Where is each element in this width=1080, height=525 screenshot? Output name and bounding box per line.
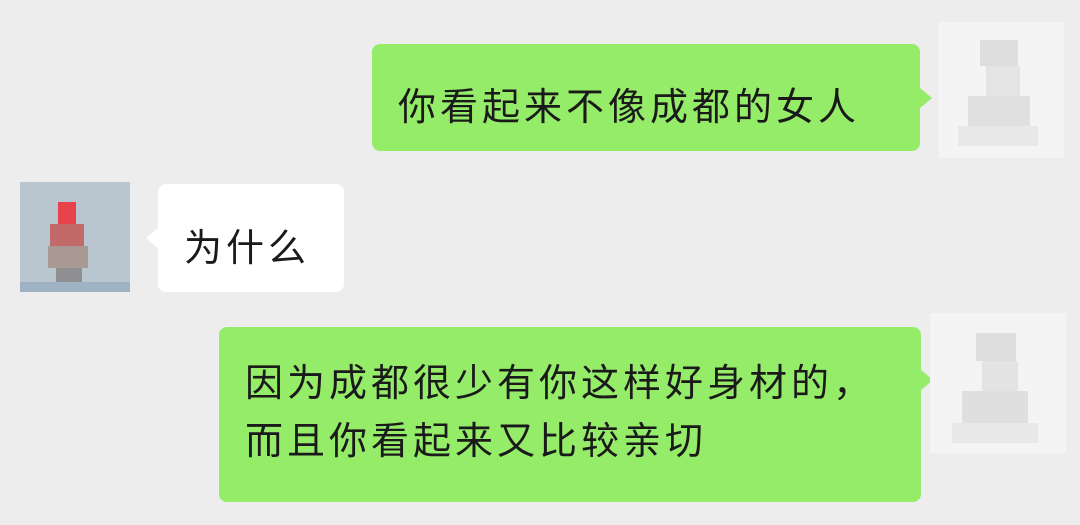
sender-avatar-icon[interactable] [938,22,1064,158]
bubble-tail [920,88,932,108]
message-text: 你看起来不像成都的女人 [398,85,861,129]
contact-avatar-icon[interactable] [20,182,130,292]
sender-avatar-icon[interactable] [930,313,1066,453]
chat-window: 你看起来不像成都的女人 为什么 因为成都很少有你这样好身材的， 而且你看起来又比… [0,0,1080,525]
message-text-line-2: 而且你看起来又比较亲切 [245,419,708,463]
message-text: 为什么 [184,226,311,270]
message-text-line-1: 因为成都很少有你这样好身材的， [245,361,876,405]
message-bubble-received[interactable]: 为什么 [158,184,344,292]
message-bubble-sent[interactable]: 因为成都很少有你这样好身材的， 而且你看起来又比较亲切 [219,327,921,502]
bubble-tail [146,228,158,248]
message-bubble-sent[interactable]: 你看起来不像成都的女人 [372,44,920,151]
